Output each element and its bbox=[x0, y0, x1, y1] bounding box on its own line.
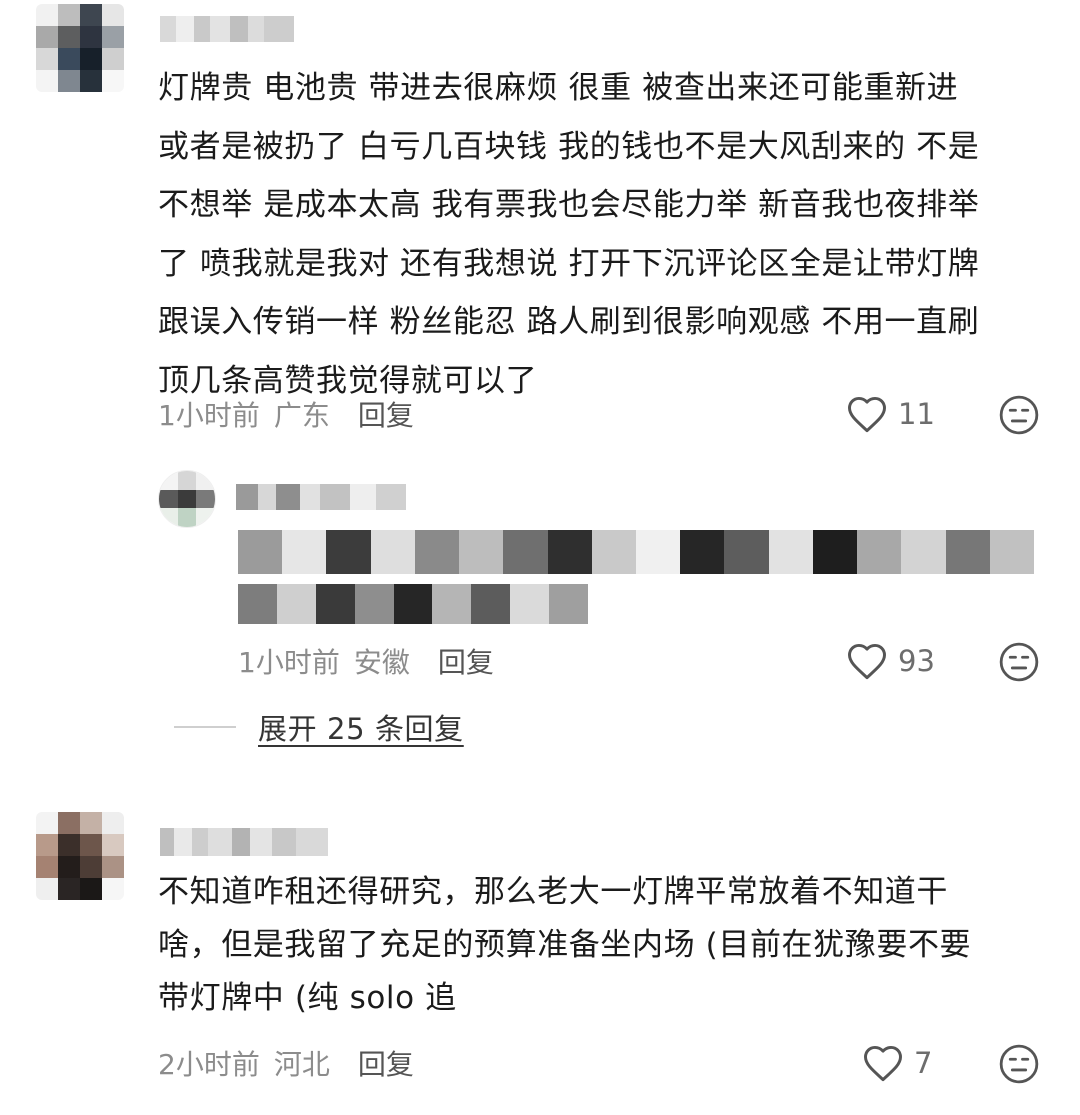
like-button[interactable]: 93 bbox=[846, 641, 935, 681]
expand-divider bbox=[174, 726, 236, 728]
reply-button[interactable]: 回复 bbox=[358, 394, 414, 434]
username[interactable] bbox=[236, 484, 406, 510]
dislike-button[interactable] bbox=[998, 1043, 1040, 1089]
comment-line: 带灯牌中 (纯 solo 追 bbox=[158, 980, 457, 1016]
comment-location: 广东 bbox=[273, 399, 330, 432]
comment-line: 啥，但是我留了充足的预算准备坐内场 (目前在犹豫要不要 bbox=[158, 927, 972, 963]
comment-body: 灯牌贵 电池贵 带进去很麻烦 很重 被查出来还可能重新进 或者是被扔了 白亏几百… bbox=[158, 59, 1048, 410]
comment-meta: 2小时前 河北 回复 bbox=[158, 1043, 414, 1083]
avatar[interactable] bbox=[36, 4, 124, 92]
like-count: 93 bbox=[898, 644, 935, 678]
reply-meta: 1小时前 安徽 回复 bbox=[238, 641, 494, 681]
meh-face-icon bbox=[999, 1044, 1039, 1084]
meh-face-icon bbox=[999, 395, 1039, 435]
meh-face-icon bbox=[999, 642, 1039, 682]
censored-text bbox=[238, 584, 588, 624]
like-button[interactable]: 11 bbox=[846, 394, 935, 434]
like-count: 7 bbox=[914, 1046, 933, 1080]
like-count: 11 bbox=[898, 397, 935, 431]
censored-text bbox=[238, 530, 1034, 574]
comment-line: 灯牌贵 电池贵 带进去很麻烦 很重 被查出来还可能重新进 bbox=[158, 70, 959, 106]
username[interactable] bbox=[160, 828, 328, 856]
dislike-button[interactable] bbox=[998, 394, 1040, 440]
expand-replies-label[interactable]: 展开 25 条回复 bbox=[258, 706, 464, 748]
heart-outline-icon bbox=[864, 1045, 902, 1082]
comment-meta: 1小时前 广东 回复 bbox=[158, 394, 414, 434]
comment-line: 或者是被扔了 白亏几百块钱 我的钱也不是大风刮来的 不是 bbox=[158, 128, 980, 165]
dislike-button[interactable] bbox=[998, 641, 1040, 687]
avatar[interactable] bbox=[36, 812, 124, 900]
reply-button[interactable]: 回复 bbox=[358, 1043, 414, 1083]
comment-line: 不知道咋租还得研究，那么老大一灯牌平常放着不知道干 bbox=[158, 874, 948, 910]
reply-time: 1小时前 bbox=[238, 646, 340, 679]
like-button[interactable]: 7 bbox=[862, 1043, 932, 1083]
heart-outline-icon bbox=[848, 396, 886, 433]
comment-time: 1小时前 bbox=[158, 399, 260, 432]
reply-location: 安徽 bbox=[353, 646, 410, 679]
reply-button[interactable]: 回复 bbox=[438, 641, 494, 681]
comment-time: 2小时前 bbox=[158, 1048, 260, 1081]
comment-line: 了 喷我就是我对 还有我想说 打开下沉评论区全是让带灯牌 bbox=[158, 245, 980, 282]
avatar[interactable] bbox=[158, 470, 216, 528]
username[interactable] bbox=[160, 16, 294, 42]
comment-body: 不知道咋租还得研究，那么老大一灯牌平常放着不知道干 啥，但是我留了充足的预算准备… bbox=[158, 866, 1048, 1025]
comment-line: 不想举 是成本太高 我有票我也会尽能力举 新音我也夜排举 bbox=[158, 187, 980, 223]
expand-replies[interactable]: 展开 25 条回复 bbox=[174, 706, 464, 748]
comment-line: 跟误入传销一样 粉丝能忍 路人刷到很影响观感 不用一直刷 bbox=[158, 304, 980, 340]
heart-outline-icon bbox=[848, 643, 886, 680]
comment-location: 河北 bbox=[273, 1048, 330, 1081]
